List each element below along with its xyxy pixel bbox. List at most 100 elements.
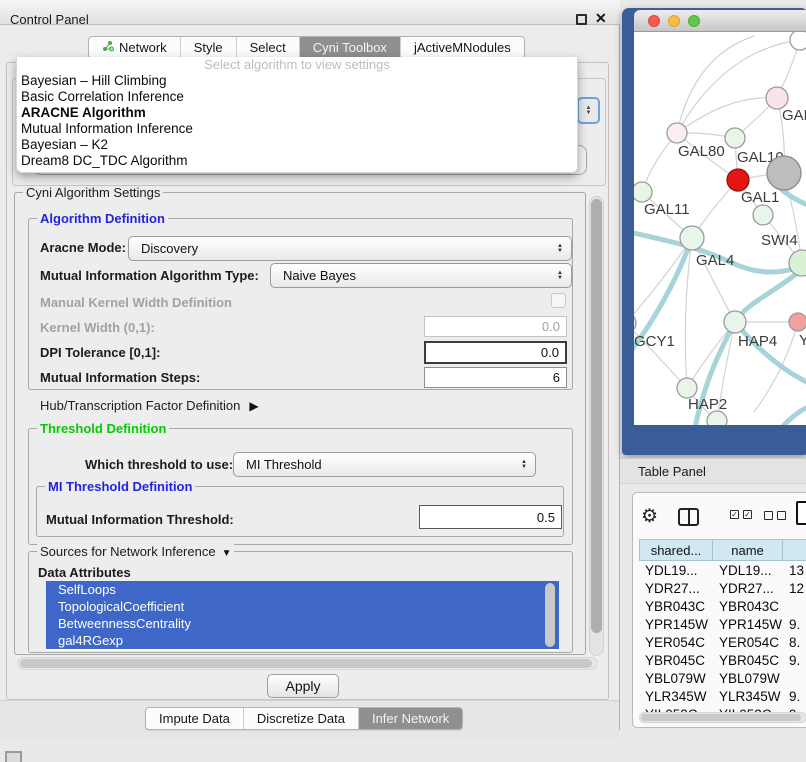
table-cell: 9.	[783, 651, 806, 669]
table-row[interactable]: YDL19...YDL19...13	[639, 561, 806, 579]
close-traffic-light-icon[interactable]	[648, 15, 660, 27]
dropdown-item[interactable]: Bayesian – K2	[17, 137, 577, 153]
network-canvas[interactable]: GALGAL80GAL10GAL1GAL11GAL4SWI4HAP4YGCY1H…	[634, 32, 806, 425]
network-node-hap2[interactable]	[677, 378, 697, 398]
network-node[interactable]	[790, 32, 806, 50]
tab-discretize-data[interactable]: Discretize Data	[243, 708, 358, 729]
column-header[interactable]: name	[713, 539, 783, 561]
zoom-traffic-light-icon[interactable]	[688, 15, 700, 27]
manual-kernel-checkbox[interactable]	[551, 293, 566, 308]
attribute-item[interactable]: SelfLoops	[46, 581, 559, 598]
attribute-item[interactable]: TopologicalCoefficient	[46, 598, 559, 615]
network-window-titlebar[interactable]	[634, 10, 806, 32]
tab-select[interactable]: Select	[236, 37, 299, 58]
dropdown-item[interactable]: Dream8 DC_TDC Algorithm	[17, 153, 577, 169]
network-node-gal1[interactable]	[727, 169, 749, 191]
tab-cyni-toolbox[interactable]: Cyni Toolbox	[299, 37, 400, 58]
algorithm-definition-title: Algorithm Definition	[37, 211, 168, 226]
table-cell: YBR045C	[639, 651, 713, 669]
network-node[interactable]	[767, 156, 801, 190]
table-cell	[783, 597, 806, 615]
dropdown-item[interactable]: Basic Correlation Inference	[17, 89, 577, 105]
minimize-traffic-light-icon[interactable]	[668, 15, 680, 27]
aracne-mode-combo[interactable]: Discovery ▲▼	[128, 236, 572, 261]
table-cell: YLR345W	[713, 687, 783, 705]
network-node-gal[interactable]	[766, 87, 788, 109]
network-node-gal10[interactable]	[725, 128, 745, 148]
app-root: Control Panel ✕ NetworkStyleSelectCyni T…	[0, 0, 806, 762]
tab-network[interactable]: Network	[89, 37, 180, 58]
tab-label: Style	[194, 40, 223, 55]
float-window-icon[interactable]	[576, 14, 587, 25]
checked-checkbox-icon[interactable]: ✓	[730, 510, 739, 519]
aracne-mode-value: Discovery	[141, 241, 198, 256]
close-icon[interactable]: ✕	[595, 10, 607, 27]
mi-type-combo[interactable]: Naive Bayes ▲▼	[270, 263, 572, 288]
network-node[interactable]	[707, 411, 727, 425]
tab-label: jActiveMNodules	[414, 40, 511, 55]
table-hscrollbar[interactable]	[639, 712, 806, 723]
network-node-gal80[interactable]	[667, 123, 687, 143]
network-node-swi4[interactable]	[789, 250, 806, 276]
unchecked-checkbox-icon[interactable]	[777, 511, 786, 520]
table-row[interactable]: YPR145WYPR145W9.	[639, 615, 806, 633]
settings-scrollbar-thumb[interactable]	[591, 199, 602, 633]
which-threshold-combo[interactable]: MI Threshold ▲▼	[233, 452, 536, 477]
network-node-y[interactable]	[789, 313, 806, 331]
mi-steps-field[interactable]: 6	[424, 367, 567, 388]
table-row[interactable]: YIL052CYIL052C9	[639, 705, 806, 712]
unchecked-checkbox-icon[interactable]	[764, 511, 773, 520]
tab-infer-network[interactable]: Infer Network	[358, 708, 462, 729]
apply-button[interactable]: Apply	[267, 674, 339, 698]
table-row[interactable]: YBR043CYBR043C	[639, 597, 806, 615]
network-node-label: GAL1	[741, 189, 779, 206]
mi-threshold-label: Mutual Information Threshold:	[46, 512, 234, 527]
network-node-gal11[interactable]	[634, 182, 652, 202]
table-row[interactable]: YBL079WYBL079W	[639, 669, 806, 687]
table-cell: YPR145W	[713, 615, 783, 633]
dropdown-item[interactable]: ARACNE Algorithm	[17, 105, 577, 121]
network-node-gcy1[interactable]	[634, 313, 636, 333]
column-header[interactable]: A	[783, 539, 806, 561]
data-attributes-list[interactable]: SelfLoopsTopologicalCoefficientBetweenne…	[46, 581, 559, 651]
table-row[interactable]: YLR345WYLR345W9.	[639, 687, 806, 705]
table-hscrollbar-thumb[interactable]	[641, 714, 801, 721]
attributes-scrollbar-thumb[interactable]	[545, 583, 555, 647]
tab-jactivemnodules[interactable]: jActiveMNodules	[400, 37, 524, 58]
network-graph: GALGAL80GAL10GAL1GAL11GAL4SWI4HAP4YGCY1H…	[634, 32, 806, 425]
sources-group-title[interactable]: Sources for Network Inference▼	[37, 544, 234, 559]
network-node-gal4[interactable]	[680, 226, 704, 250]
minimized-panel-icon[interactable]	[5, 751, 22, 762]
attribute-item[interactable]: gal4RGexp	[46, 632, 559, 649]
kernel-width-field[interactable]: 0.0	[424, 316, 567, 337]
table-cell: 13	[783, 561, 806, 579]
checked-checkbox-icon[interactable]: ✓	[743, 510, 752, 519]
mi-threshold-field[interactable]: 0.5	[419, 505, 562, 529]
columns-icon[interactable]	[678, 508, 699, 526]
which-threshold-value: MI Threshold	[246, 457, 322, 472]
chevron-down-icon: ▼	[222, 548, 232, 559]
file-icon[interactable]	[796, 501, 806, 525]
network-node-hap4[interactable]	[724, 311, 746, 333]
data-attributes-label: Data Attributes	[38, 565, 131, 580]
column-header[interactable]: shared...	[639, 539, 713, 561]
settings-hscrollbar-thumb[interactable]	[20, 659, 592, 668]
table-row[interactable]: YDR27...YDR27...12	[639, 579, 806, 597]
table-cell: YBR043C	[713, 597, 783, 615]
tab-style[interactable]: Style	[180, 37, 236, 58]
tab-impute-data[interactable]: Impute Data	[146, 708, 243, 729]
dropdown-item[interactable]: Mutual Information Inference	[17, 121, 577, 137]
network-edge	[634, 238, 692, 323]
gear-icon[interactable]: ⚙	[641, 505, 658, 528]
table-row[interactable]: YBR045CYBR045C9.	[639, 651, 806, 669]
table-row[interactable]: YER054CYER054C8.	[639, 633, 806, 651]
network-view-window[interactable]: GALGAL80GAL10GAL1GAL11GAL4SWI4HAP4YGCY1H…	[622, 8, 806, 455]
dropdown-item[interactable]: Bayesian – Hill Climbing	[17, 73, 577, 89]
attribute-item[interactable]: BetweennessCentrality	[46, 615, 559, 632]
table-cell: YBL079W	[639, 669, 713, 687]
network-node[interactable]	[753, 205, 773, 225]
hub-section-toggle[interactable]: Hub/Transcription Factor Definition▶	[40, 398, 259, 413]
algorithm-combo-stepper[interactable]: ▲▼	[577, 97, 600, 124]
table-cell: YBR043C	[639, 597, 713, 615]
dpi-tolerance-field[interactable]: 0.0	[424, 341, 567, 364]
